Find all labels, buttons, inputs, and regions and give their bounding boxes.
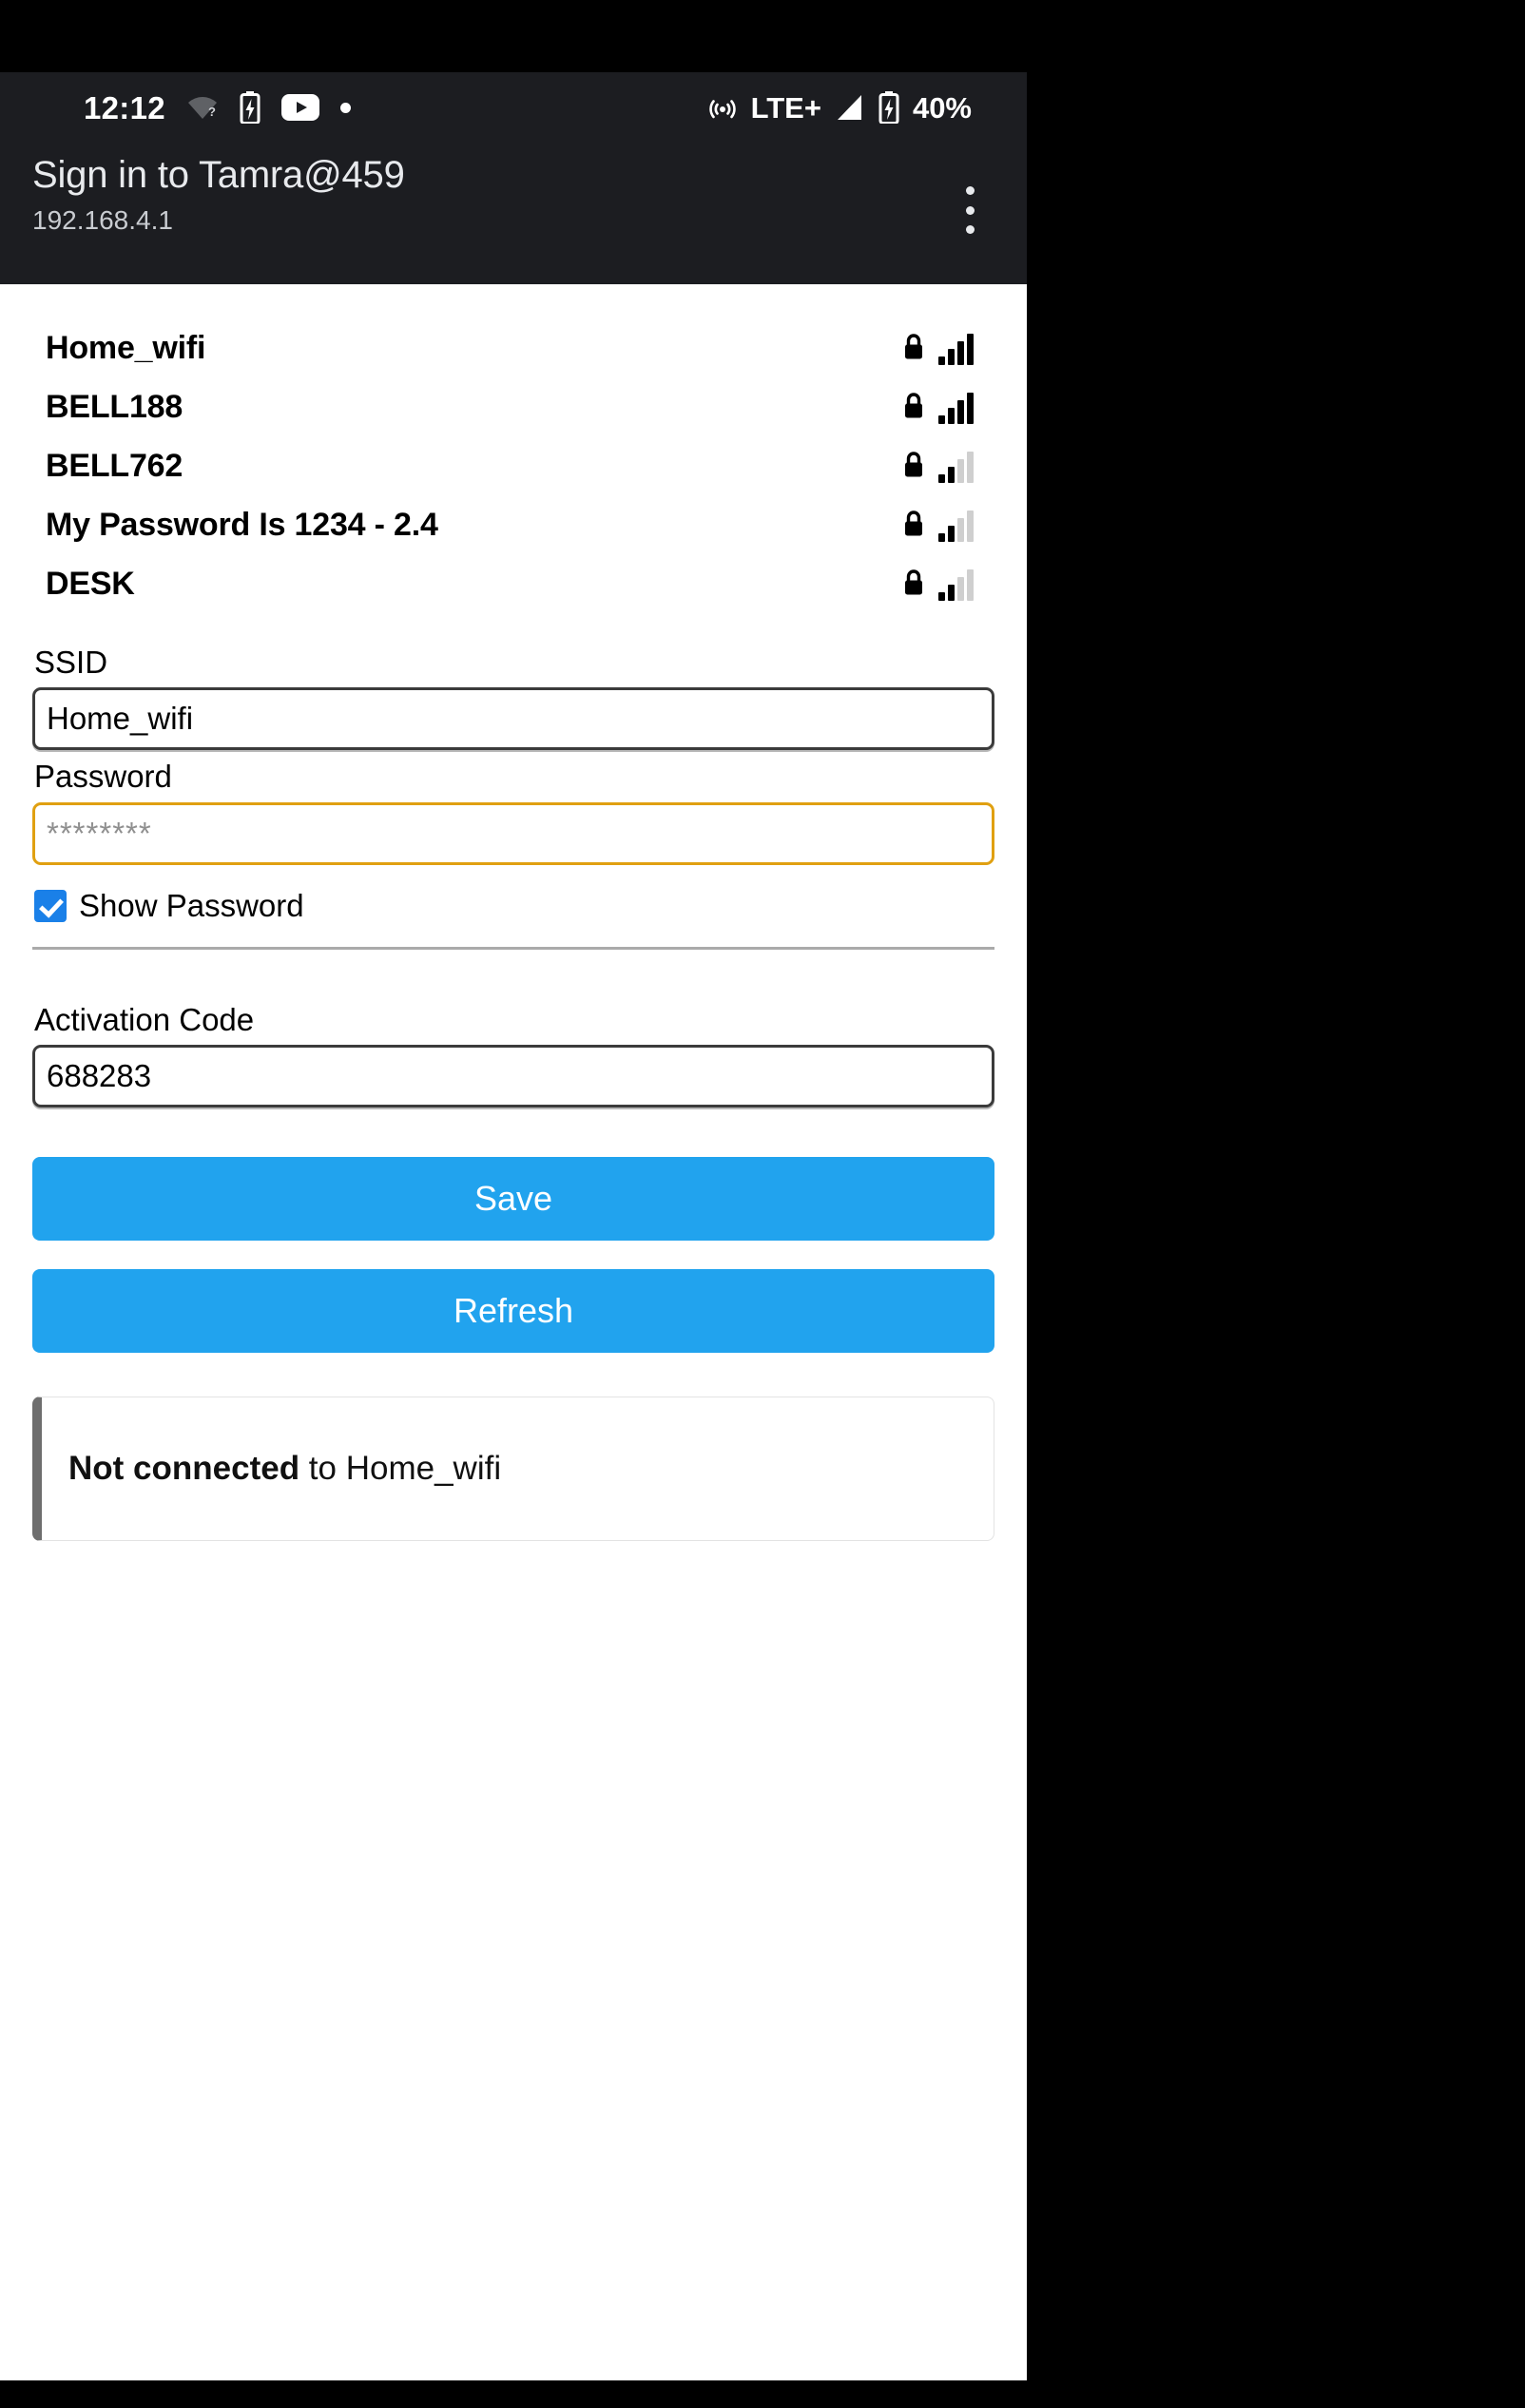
wifi-network-row[interactable]: My Password Is 1234 - 2.4 [32,495,994,554]
wifi-network-meta [902,332,974,365]
status-bar-clock: 12:12 [84,89,165,125]
save-button[interactable]: Save [32,1156,994,1241]
battery-charging-icon [878,91,899,124]
signal-strength-icon [938,510,974,542]
status-bar-left-cluster: 12:12 ? [84,72,351,143]
ssid-label: SSID [34,645,108,680]
password-input[interactable] [32,801,994,865]
wifi-network-name: Home_wifi [46,329,206,366]
connection-status-text: Not connected to Home_wifi [68,1449,501,1489]
network-type-label: LTE+ [750,90,821,125]
hotspot-icon [707,93,738,122]
battery-percent-label: 40% [912,90,972,125]
lock-icon [902,332,925,365]
wifi-network-meta [902,391,974,424]
wifi-network-name: BELL188 [46,388,183,425]
lock-icon [902,509,925,542]
dot-icon [339,102,351,113]
page-content: Home_wifi BELL188 BELL762 My Password Is 12… [0,284,1027,2380]
status-bar-right-cluster: LTE+ 40% [707,72,972,143]
svg-text:?: ? [208,105,216,119]
page-url: 192.168.4.1 [32,205,173,235]
android-status-bar: 12:12 ? LTE+ 40% [0,72,1027,143]
wifi-question-icon: ? [186,95,219,120]
connection-status-strong: Not connected [68,1449,300,1487]
wifi-network-row[interactable]: BELL762 [32,436,994,495]
wifi-network-row[interactable]: Home_wifi [32,318,994,377]
lock-icon [902,568,925,601]
signal-strength-icon [938,451,974,483]
wifi-network-row[interactable]: DESK [32,554,994,613]
signal-strength-icon [938,392,974,424]
connection-status-box: Not connected to Home_wifi [32,1396,994,1541]
wifi-network-row[interactable]: BELL188 [32,377,994,436]
ssid-input[interactable] [32,687,994,751]
signal-strength-icon [938,568,974,601]
lock-icon [902,450,925,483]
page-title: Sign in to Tamra@459 [32,154,405,196]
signal-strength-icon [938,333,974,365]
activation-code-label: Activation Code [34,1001,255,1037]
password-label: Password [34,759,172,795]
wifi-network-meta [902,509,974,542]
refresh-button[interactable]: Refresh [32,1268,994,1353]
show-password-checkbox[interactable] [34,889,67,922]
wifi-config-form: SSID Password Show Password Activation C… [32,613,994,1541]
show-password-label: Show Password [79,888,304,924]
wifi-network-list: Home_wifi BELL188 BELL762 My Password Is 12… [32,284,994,613]
show-password-row[interactable]: Show Password [32,888,994,924]
wifi-network-name: BELL762 [46,447,183,484]
browser-title-bar: Sign in to Tamra@459 192.168.4.1 [0,143,1027,284]
battery-charging-icon [240,91,261,124]
wifi-network-name: My Password Is 1234 - 2.4 [46,506,438,543]
cellular-signal-icon [835,92,865,123]
lock-icon [902,391,925,424]
phone-screen: 12:12 ? LTE+ 40% Sign in to Tamra@459 19… [0,72,1027,2380]
wifi-network-name: DESK [46,565,135,602]
wifi-network-meta [902,568,974,601]
youtube-icon [280,94,319,121]
activation-code-input[interactable] [32,1044,994,1108]
wifi-network-meta [902,450,974,483]
connection-status-rest: to Home_wifi [299,1449,502,1487]
overflow-menu-icon[interactable] [949,183,991,238]
